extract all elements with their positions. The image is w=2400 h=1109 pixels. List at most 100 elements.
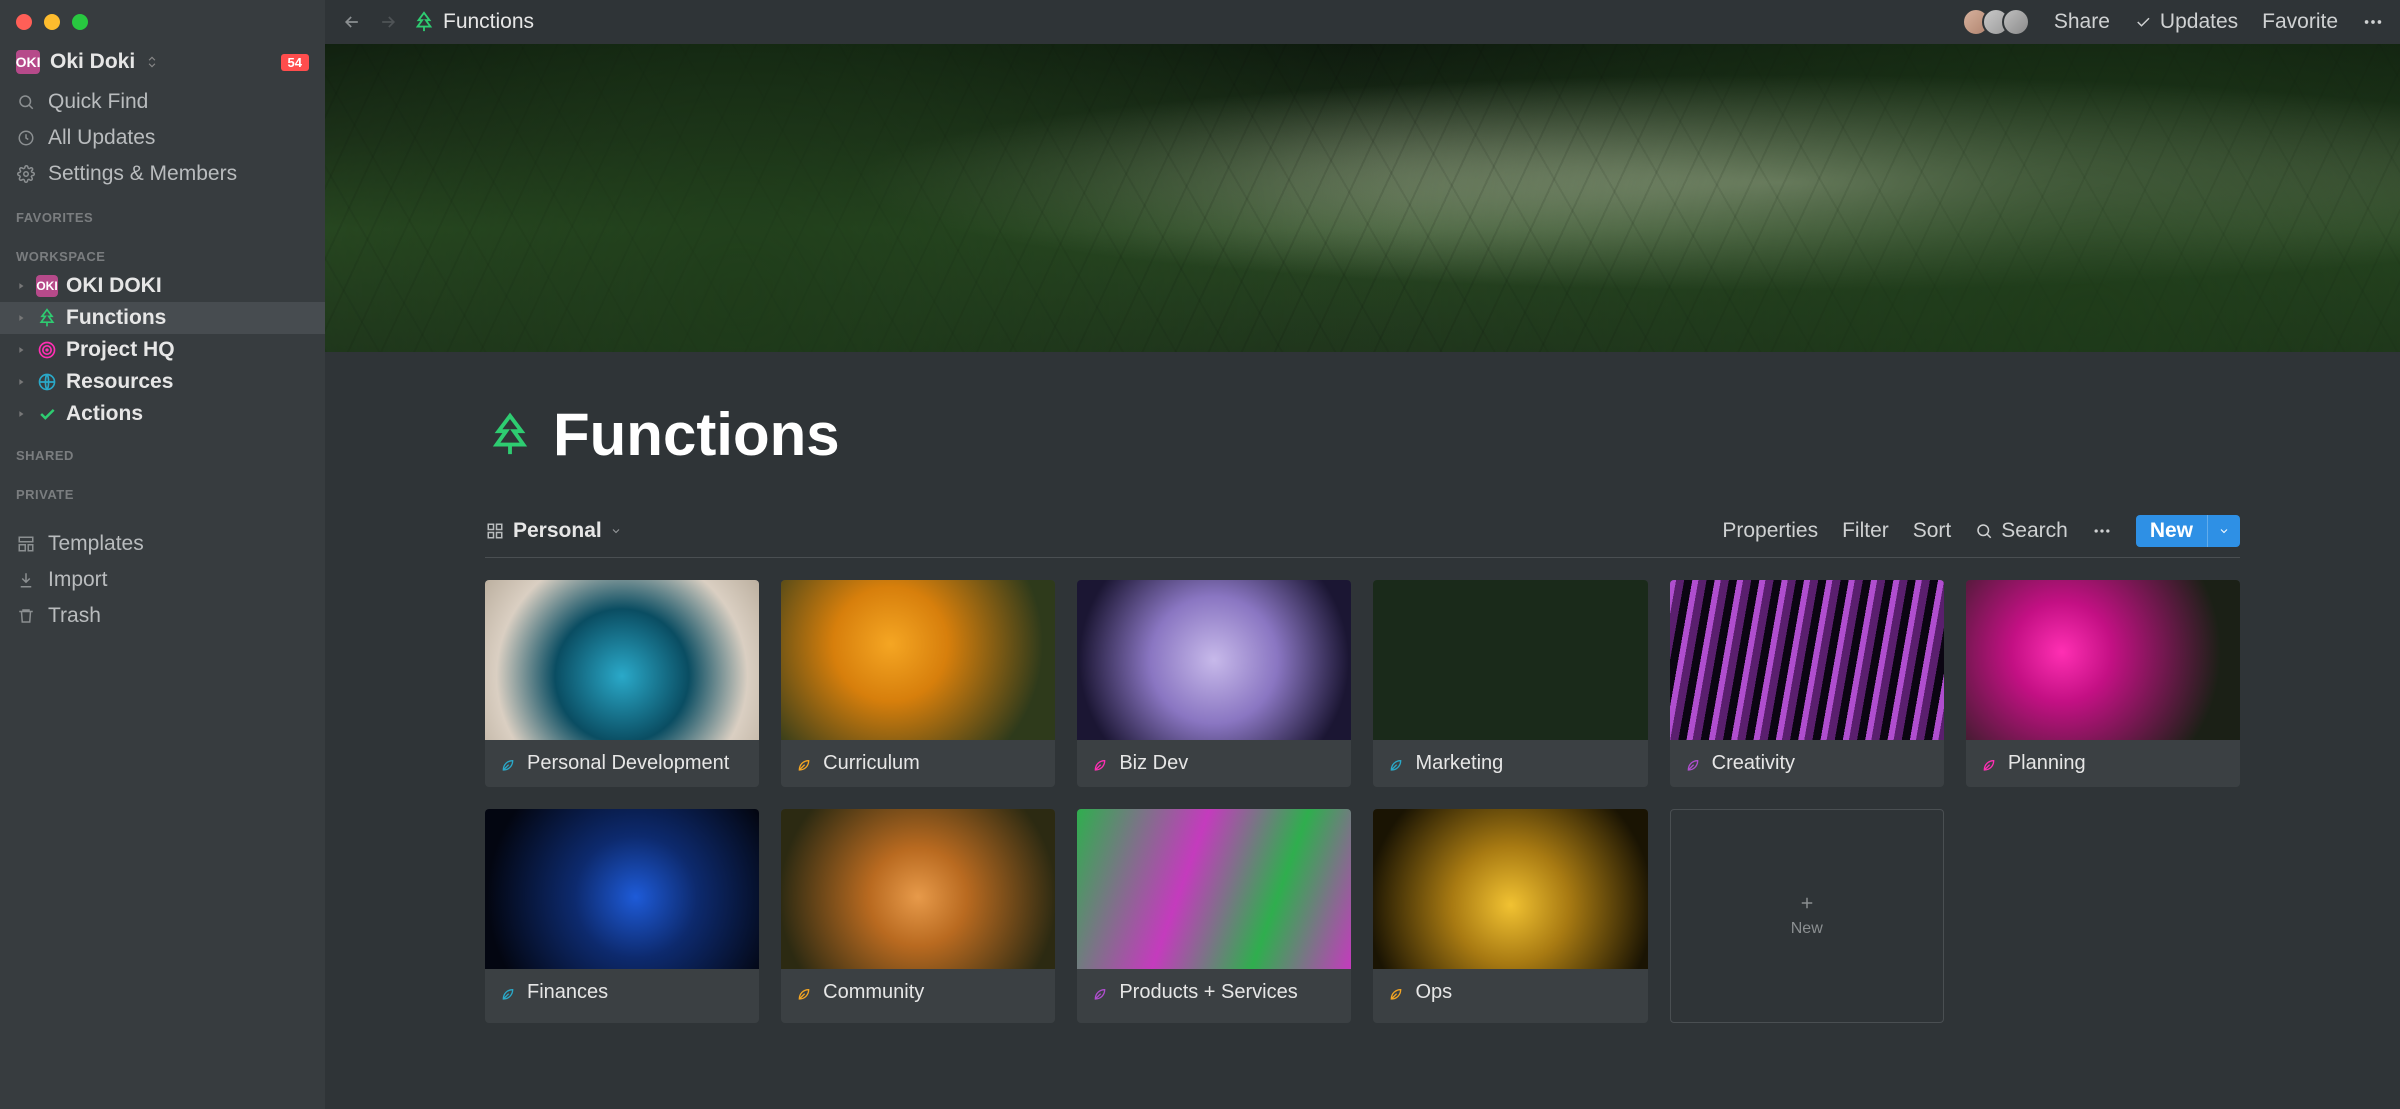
caret-right-icon[interactable] xyxy=(14,345,28,355)
leaf-icon xyxy=(499,984,517,1002)
card-title: Products + Services xyxy=(1119,981,1297,1004)
gallery-card[interactable]: Personal Development xyxy=(485,580,759,787)
gallery-new-card[interactable]: New xyxy=(1670,809,1944,1023)
page-title-text: Functions xyxy=(553,400,840,469)
updates-button[interactable]: Updates xyxy=(2134,10,2238,34)
section-heading-private: PRIVATE xyxy=(0,469,325,508)
gallery-card[interactable]: Marketing xyxy=(1373,580,1647,787)
sidebar-item-actions[interactable]: Actions xyxy=(0,398,325,430)
more-menu-button[interactable] xyxy=(2362,11,2384,33)
caret-right-icon[interactable] xyxy=(14,281,28,291)
sidebar-settings-members[interactable]: Settings & Members xyxy=(0,156,325,192)
search-button[interactable]: Search xyxy=(1975,519,2068,543)
window-zoom-button[interactable] xyxy=(72,14,88,30)
card-cover xyxy=(485,809,759,969)
gallery-grid: Personal Development Curriculum Biz Dev Mar… xyxy=(485,580,2240,1023)
gallery-card[interactable]: Products + Services xyxy=(1077,809,1351,1023)
gallery-card[interactable]: Community xyxy=(781,809,1055,1023)
leaf-icon xyxy=(795,755,813,773)
sidebar-item-project-hq[interactable]: Project HQ xyxy=(0,334,325,366)
tree-icon xyxy=(413,11,435,33)
sidebar-import[interactable]: Import xyxy=(0,562,325,598)
card-cover xyxy=(781,580,1055,740)
sidebar-item-label: Import xyxy=(48,568,108,592)
share-button[interactable]: Share xyxy=(2054,10,2110,34)
tree-icon xyxy=(36,307,58,329)
clock-icon xyxy=(16,128,36,148)
view-name: Personal xyxy=(513,519,602,543)
workspace-badge: OKI xyxy=(36,275,58,297)
caret-right-icon[interactable] xyxy=(14,409,28,419)
new-button[interactable]: New xyxy=(2136,515,2240,547)
leaf-icon xyxy=(1091,984,1109,1002)
window-traffic-lights xyxy=(0,0,325,40)
search-icon xyxy=(16,92,36,112)
card-title: Curriculum xyxy=(823,752,920,775)
gear-icon xyxy=(16,164,36,184)
caret-right-icon[interactable] xyxy=(14,313,28,323)
window-close-button[interactable] xyxy=(16,14,32,30)
card-title: Finances xyxy=(527,981,608,1004)
sidebar-quick-find[interactable]: Quick Find xyxy=(0,84,325,120)
leaf-icon xyxy=(1091,755,1109,773)
sidebar-item-functions[interactable]: Functions xyxy=(0,302,325,334)
search-icon xyxy=(1975,522,1993,540)
main-area: Functions Share Updates Favorite xyxy=(325,0,2400,1109)
sidebar-item-label: Resources xyxy=(66,370,173,394)
section-heading-favorites: FAVORITES xyxy=(0,192,325,231)
card-cover xyxy=(1373,580,1647,740)
check-icon xyxy=(36,403,58,425)
breadcrumb[interactable]: Functions xyxy=(413,10,534,34)
sidebar-all-updates[interactable]: All Updates xyxy=(0,120,325,156)
sidebar-templates[interactable]: Templates xyxy=(0,526,325,562)
gallery-card[interactable]: Finances xyxy=(485,809,759,1023)
gallery-card[interactable]: Curriculum xyxy=(781,580,1055,787)
card-title: Personal Development xyxy=(527,752,729,775)
workspace-switch-icon xyxy=(145,55,159,69)
sort-button[interactable]: Sort xyxy=(1913,519,1952,543)
sidebar: OKI Oki Doki 54 Quick Find All Updates Set… xyxy=(0,0,325,1109)
page-cover[interactable] xyxy=(325,44,2400,352)
leaf-icon xyxy=(1387,984,1405,1002)
sidebar-item-label: All Updates xyxy=(48,126,155,150)
filter-button[interactable]: Filter xyxy=(1842,519,1889,543)
gallery-card[interactable]: Creativity xyxy=(1670,580,1944,787)
card-cover xyxy=(1077,809,1351,969)
sidebar-item-label: Project HQ xyxy=(66,338,175,362)
trash-icon xyxy=(16,606,36,626)
workspace-badge: OKI xyxy=(16,50,40,74)
collaborator-avatars[interactable] xyxy=(1962,8,2030,36)
card-cover xyxy=(781,809,1055,969)
caret-right-icon[interactable] xyxy=(14,377,28,387)
sidebar-item-label: Actions xyxy=(66,402,143,426)
nav-back-button[interactable] xyxy=(341,11,363,33)
avatar xyxy=(2002,8,2030,36)
gallery-card[interactable]: Biz Dev xyxy=(1077,580,1351,787)
sidebar-trash[interactable]: Trash xyxy=(0,598,325,634)
card-title: Marketing xyxy=(1415,752,1503,775)
view-selector[interactable]: Personal xyxy=(485,519,622,543)
download-icon xyxy=(16,570,36,590)
section-heading-workspace: WORKSPACE xyxy=(0,231,325,270)
page-title[interactable]: Functions xyxy=(485,400,2240,469)
sidebar-item-resources[interactable]: Resources xyxy=(0,366,325,398)
properties-button[interactable]: Properties xyxy=(1722,519,1818,543)
gallery-card[interactable]: Planning xyxy=(1966,580,2240,787)
workspace-name: Oki Doki xyxy=(50,50,135,74)
gallery-card[interactable]: Ops xyxy=(1373,809,1647,1023)
workspace-switcher[interactable]: OKI Oki Doki 54 xyxy=(0,40,325,84)
card-cover xyxy=(1670,580,1944,740)
leaf-icon xyxy=(795,984,813,1002)
leaf-icon xyxy=(499,755,517,773)
favorite-button[interactable]: Favorite xyxy=(2262,10,2338,34)
view-more-button[interactable] xyxy=(2092,521,2112,541)
nav-forward-button[interactable] xyxy=(377,11,399,33)
card-cover xyxy=(1966,580,2240,740)
new-button-label: New xyxy=(2136,515,2207,547)
sidebar-item-label: Templates xyxy=(48,532,144,556)
sidebar-item-label: OKI DOKI xyxy=(66,274,162,298)
card-title: Planning xyxy=(2008,752,2086,775)
window-minimize-button[interactable] xyxy=(44,14,60,30)
breadcrumb-title: Functions xyxy=(443,10,534,34)
sidebar-item-oki-doki[interactable]: OKI OKI DOKI xyxy=(0,270,325,302)
